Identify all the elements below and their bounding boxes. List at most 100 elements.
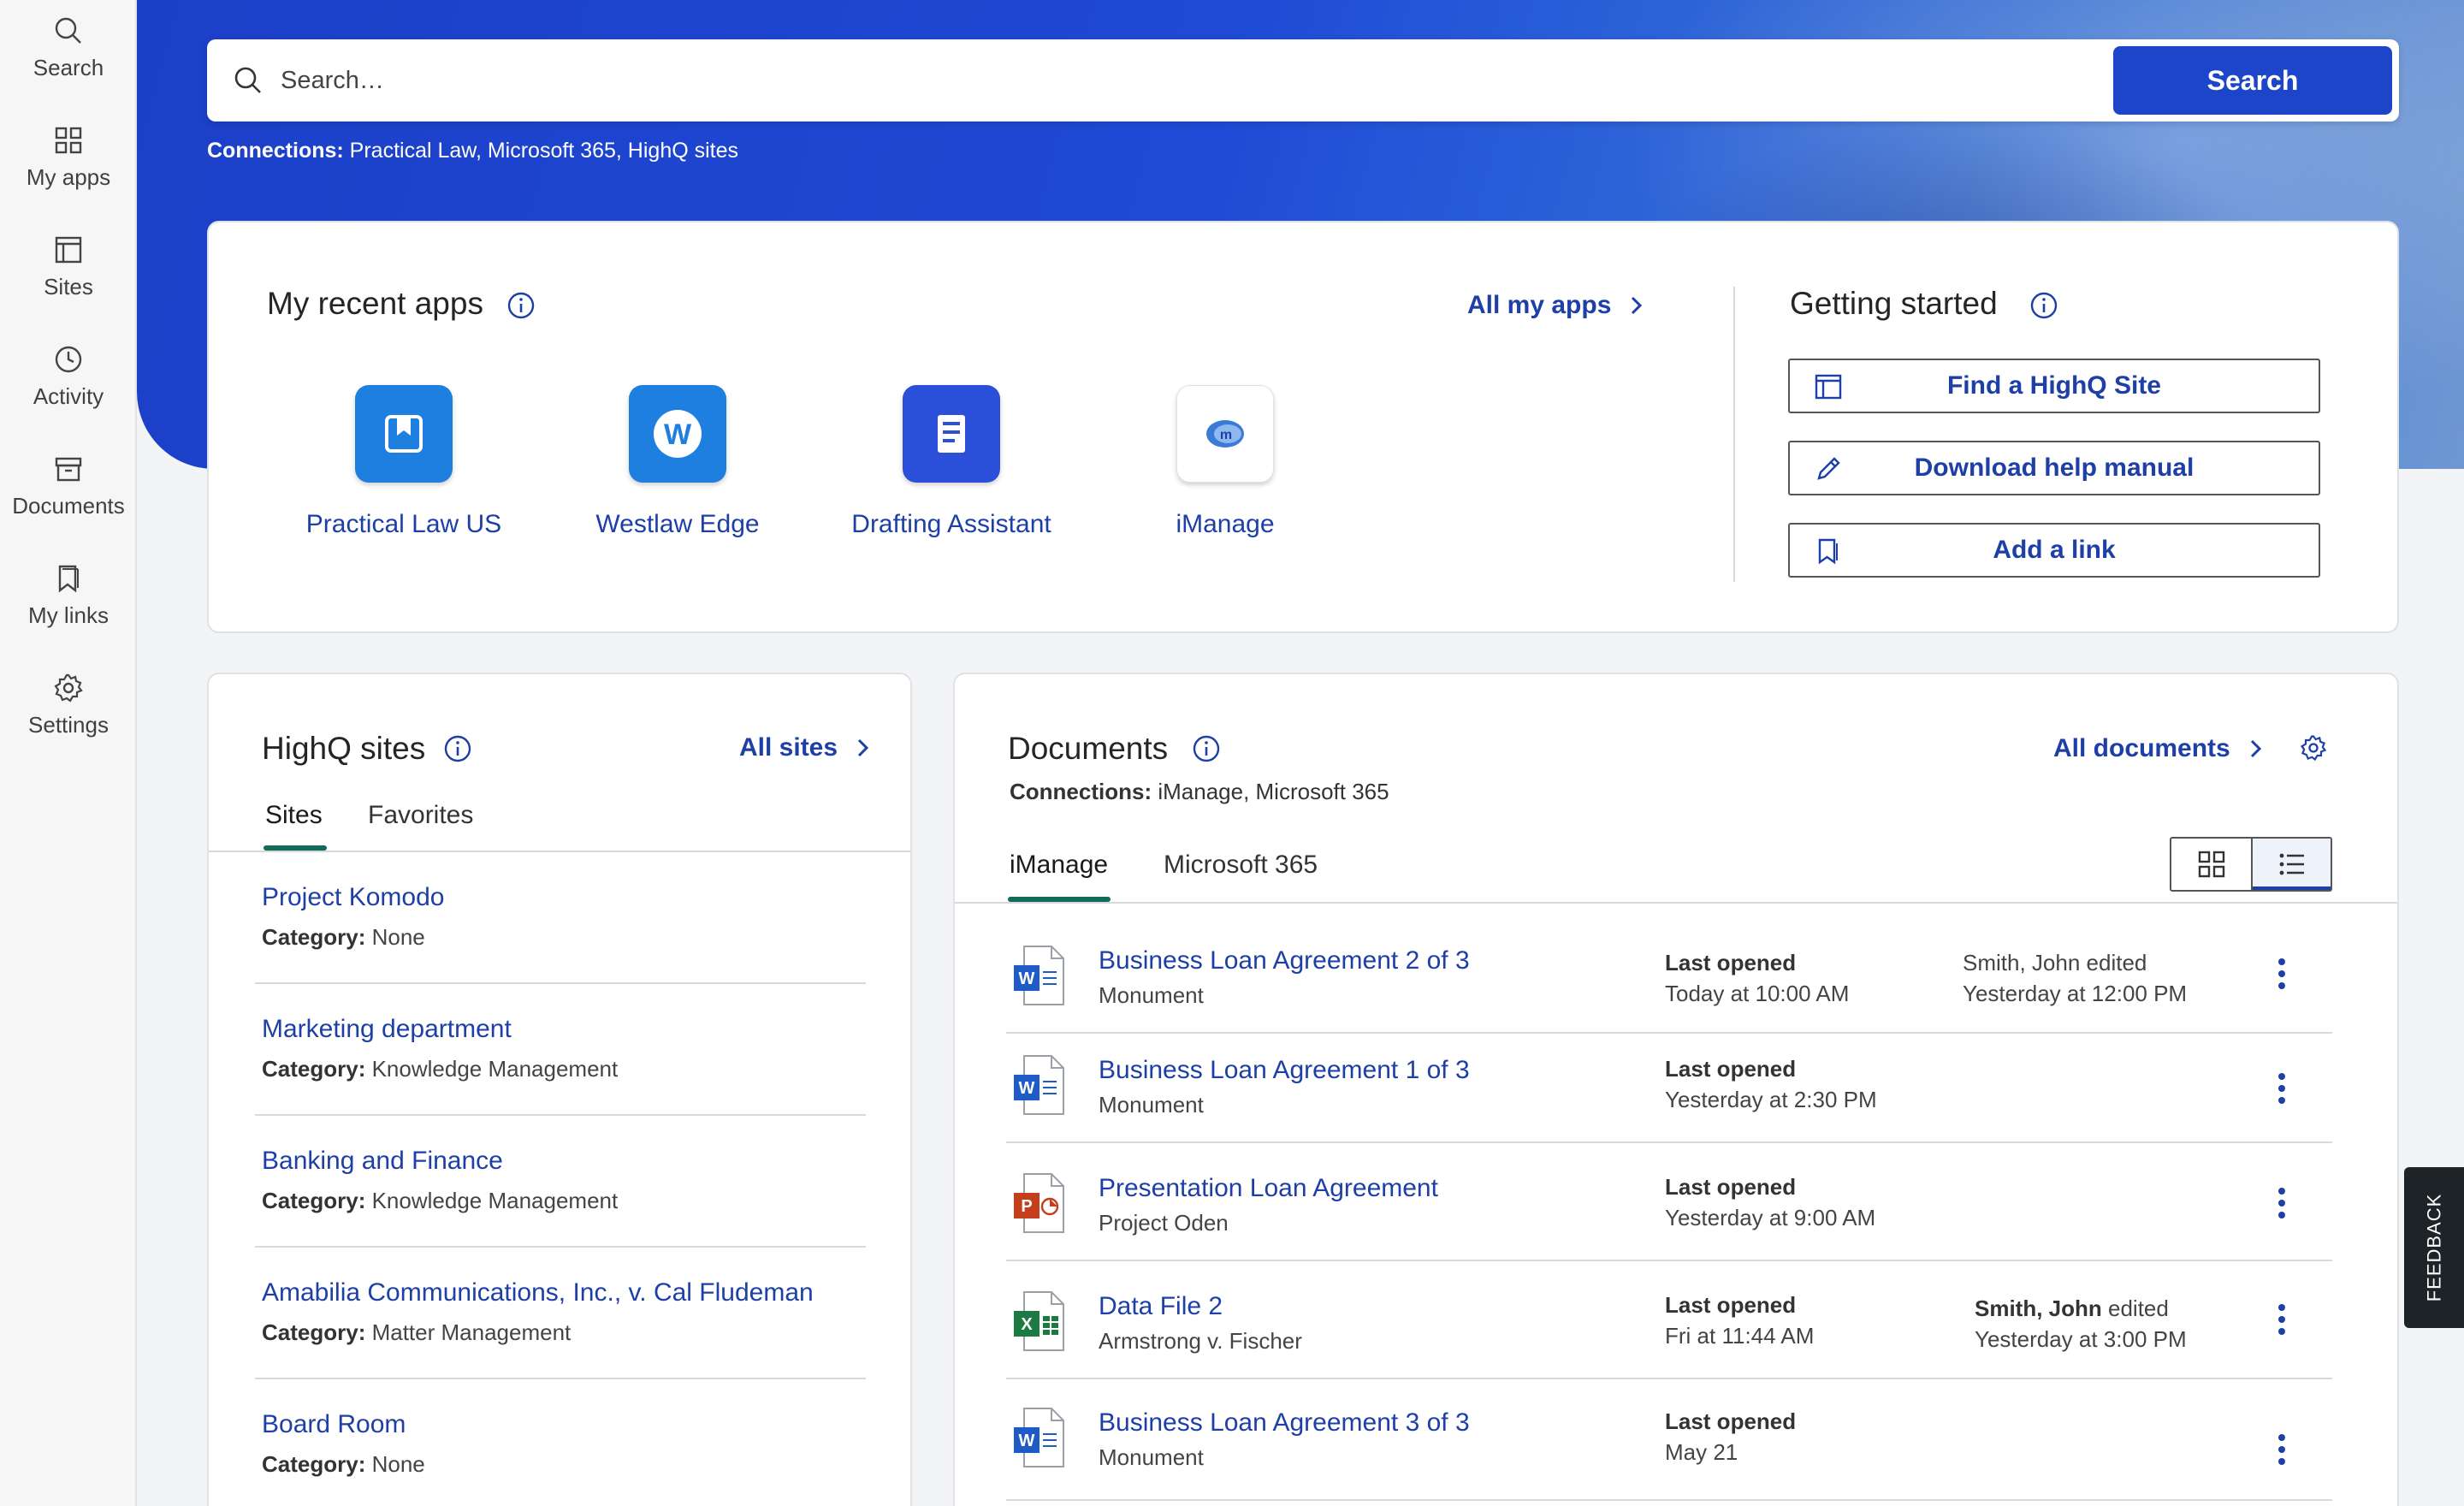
excel-file-icon: X [1014, 1291, 1064, 1351]
last-opened-label: Last opened [1665, 1056, 1797, 1082]
more-options-icon[interactable] [2269, 955, 2295, 993]
category-label: Category: [262, 924, 366, 950]
feedback-tab[interactable]: FEEDBACK [2404, 1167, 2464, 1328]
edited-suffix: edited [2108, 1296, 2169, 1321]
svg-text:P: P [1021, 1197, 1032, 1216]
more-options-icon[interactable] [2269, 1301, 2295, 1338]
site-link[interactable]: Amabilia Communications, Inc., v. Cal Fl… [262, 1278, 814, 1307]
word-file-icon: W [1014, 1055, 1064, 1115]
svg-text:X: X [1021, 1315, 1033, 1334]
document-link[interactable]: Business Loan Agreement 2 of 3 [1099, 946, 1470, 975]
connections-value: iManage, Microsoft 365 [1158, 779, 1389, 804]
tab-favorites[interactable]: Favorites [368, 801, 473, 830]
category-value: Matter Management [371, 1319, 572, 1345]
document-location: Project Oden [1099, 1210, 1229, 1236]
category-label: Category: [262, 1451, 366, 1477]
edited-when: Yesterday at 12:00 PM [1963, 981, 2188, 1006]
app-name: Drafting Assistant [851, 510, 1051, 538]
document-link[interactable]: Data File 2 [1099, 1292, 1223, 1321]
getting-started-title: Getting started [1790, 286, 1998, 321]
all-documents-link[interactable]: All documents [2053, 734, 2266, 763]
site-link[interactable]: Project Komodo [262, 883, 444, 912]
document-link[interactable]: Business Loan Agreement 3 of 3 [1099, 1408, 1470, 1438]
app-practical-law-us[interactable]: Practical Law US [275, 385, 532, 556]
all-my-apps-link[interactable]: All my apps [1467, 291, 1647, 320]
app-drafting-assistant[interactable]: Drafting Assistant [823, 385, 1080, 556]
left-sidebar: Search My apps Sites Activity Documents … [0, 0, 137, 1506]
last-opened-value: Today at 10:00 AM [1665, 981, 1850, 1006]
site-category: Category: Knowledge Management [262, 1056, 618, 1082]
find-highq-site-button[interactable]: Find a HighQ Site [1788, 359, 2320, 413]
highq-sites-title: HighQ sites [262, 731, 426, 766]
sidebar-item-search[interactable]: Search [0, 2, 137, 96]
document-link[interactable]: Business Loan Agreement 1 of 3 [1099, 1056, 1470, 1085]
pencil-icon [1817, 457, 1840, 480]
svg-text:W: W [664, 418, 692, 451]
sidebar-item-my-links[interactable]: My links [0, 549, 137, 643]
search-input[interactable] [281, 56, 1564, 104]
download-help-manual-button[interactable]: Download help manual [1788, 441, 2320, 495]
view-toggle [2170, 837, 2332, 892]
editor-name: Smith, John [1963, 950, 2081, 975]
category-value: Knowledge Management [371, 1188, 619, 1213]
list-view-button[interactable] [2251, 839, 2331, 890]
search-bar: Search [207, 39, 2399, 122]
more-options-icon[interactable] [2269, 1184, 2295, 1222]
card-divider [1733, 287, 1735, 582]
all-documents-label: All documents [2053, 734, 2230, 762]
sidebar-item-settings[interactable]: Settings [0, 659, 137, 753]
feedback-label: FEEDBACK [2423, 1193, 2444, 1302]
site-link[interactable]: Marketing department [262, 1015, 512, 1044]
all-sites-link[interactable]: All sites [739, 733, 874, 762]
search-icon [55, 17, 81, 44]
sidebar-item-activity[interactable]: Activity [0, 330, 137, 424]
search-button[interactable]: Search [2113, 46, 2392, 115]
site-category: Category: None [262, 924, 425, 951]
bookmark-icon [58, 565, 79, 593]
all-my-apps-label: All my apps [1467, 291, 1612, 319]
tab-sites[interactable]: Sites [265, 801, 323, 830]
layout-icon [1815, 374, 1842, 400]
sidebar-item-label: Sites [44, 274, 93, 299]
sidebar-item-sites[interactable]: Sites [0, 221, 137, 315]
info-icon[interactable] [443, 734, 472, 763]
tab-microsoft-365[interactable]: Microsoft 365 [1164, 851, 1318, 880]
sites-icon [55, 236, 82, 264]
site-category: Category: Matter Management [262, 1319, 571, 1346]
row-divider [1006, 1378, 2332, 1379]
recent-apps-title: My recent apps [267, 286, 483, 321]
more-options-icon[interactable] [2269, 1070, 2295, 1107]
app-name: Practical Law US [305, 510, 502, 538]
edited-by: Smith, John edited [1975, 1296, 2169, 1322]
info-icon[interactable] [506, 291, 536, 320]
grid-view-button[interactable] [2171, 839, 2251, 890]
search-icon [234, 67, 261, 93]
button-label: Download help manual [1914, 454, 2194, 482]
document-location: Monument [1099, 1444, 1204, 1470]
add-a-link-button[interactable]: Add a link [1788, 523, 2320, 578]
app-westlaw-edge[interactable]: W Westlaw Edge [549, 385, 806, 556]
westlaw-logo-icon: W [629, 385, 726, 483]
category-value: None [371, 1451, 425, 1477]
app-name: Westlaw Edge [595, 510, 760, 538]
imanage-logo-icon: m [1176, 385, 1274, 483]
info-icon[interactable] [2029, 291, 2058, 320]
connections-label: Connections: [207, 139, 344, 163]
button-label: Find a HighQ Site [1946, 371, 2161, 400]
sidebar-item-my-apps[interactable]: My apps [0, 111, 137, 205]
sidebar-item-label: Activity [33, 383, 104, 409]
tab-imanage[interactable]: iManage [1010, 851, 1108, 880]
more-options-icon[interactable] [2269, 1431, 2295, 1468]
category-value: None [371, 924, 425, 950]
row-divider [255, 1378, 866, 1379]
document-link[interactable]: Presentation Loan Agreement [1099, 1174, 1438, 1203]
sidebar-item-documents[interactable]: Documents [0, 440, 137, 534]
info-icon[interactable] [1192, 734, 1221, 763]
bookmark-icon [1818, 538, 1838, 565]
site-link[interactable]: Banking and Finance [262, 1147, 503, 1176]
gear-icon[interactable] [2298, 732, 2329, 763]
documents-icon [55, 457, 82, 482]
search-connections: Connections: Practical Law, Microsoft 36… [207, 139, 738, 163]
app-imanage[interactable]: m iManage [1097, 385, 1353, 556]
site-link[interactable]: Board Room [262, 1410, 406, 1439]
